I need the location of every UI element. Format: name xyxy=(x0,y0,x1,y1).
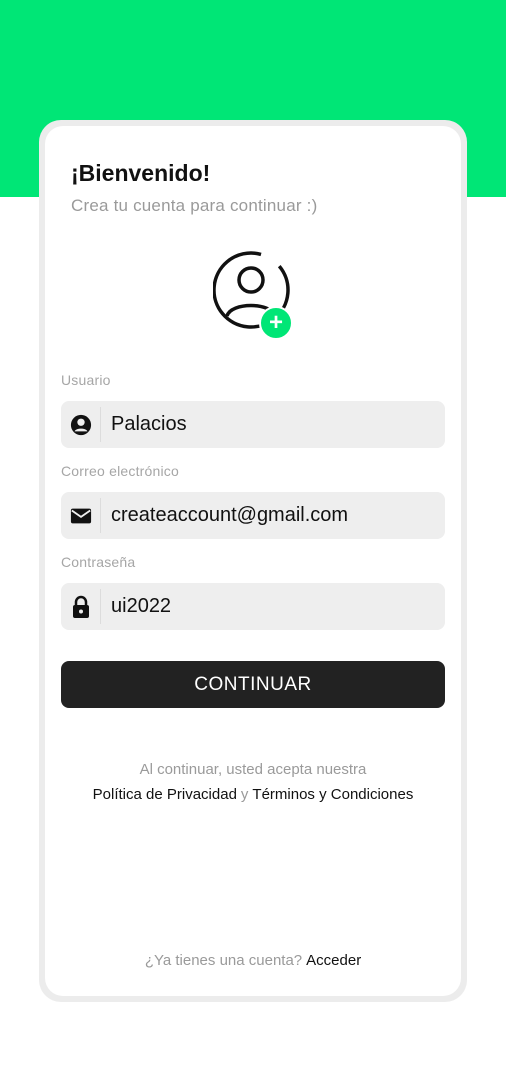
username-field[interactable] xyxy=(61,401,445,448)
privacy-policy-link[interactable]: Política de Privacidad xyxy=(93,786,237,803)
field-divider xyxy=(100,589,101,624)
field-divider xyxy=(100,498,101,533)
add-photo-icon[interactable]: + xyxy=(259,306,293,340)
login-prompt-text: ¿Ya tienes una cuenta? xyxy=(144,952,303,969)
avatar-upload[interactable]: + xyxy=(213,250,297,340)
field-divider xyxy=(100,407,101,442)
password-field[interactable] xyxy=(61,583,445,630)
password-label: Contraseña xyxy=(61,554,136,570)
email-label: Correo electrónico xyxy=(61,463,179,479)
person-icon xyxy=(61,401,100,448)
username-input[interactable] xyxy=(111,401,431,448)
card-frame: ¡Bienvenido! Crea tu cuenta para continu… xyxy=(39,120,467,1002)
login-prompt: ¿Ya tienes una cuenta? Acceder xyxy=(45,952,461,969)
terms-link[interactable]: Términos y Condiciones xyxy=(252,786,413,803)
login-link[interactable]: Acceder xyxy=(306,952,361,969)
password-input[interactable] xyxy=(111,583,431,630)
mail-icon xyxy=(61,492,100,539)
lock-icon xyxy=(61,583,100,630)
email-field[interactable] xyxy=(61,492,445,539)
email-input[interactable] xyxy=(111,492,431,539)
signup-card: ¡Bienvenido! Crea tu cuenta para continu… xyxy=(45,126,461,996)
page-subtitle: Crea tu cuenta para continuar :) xyxy=(71,196,318,215)
legal-conjunction: y xyxy=(240,786,249,803)
page-title: ¡Bienvenido! xyxy=(71,160,211,186)
legal-links: Política de Privacidad y Términos y Condic… xyxy=(45,786,461,803)
legal-intro: Al continuar, usted acepta nuestra xyxy=(139,761,367,778)
continue-button[interactable]: CONTINUAR xyxy=(61,661,445,708)
username-label: Usuario xyxy=(61,372,111,388)
